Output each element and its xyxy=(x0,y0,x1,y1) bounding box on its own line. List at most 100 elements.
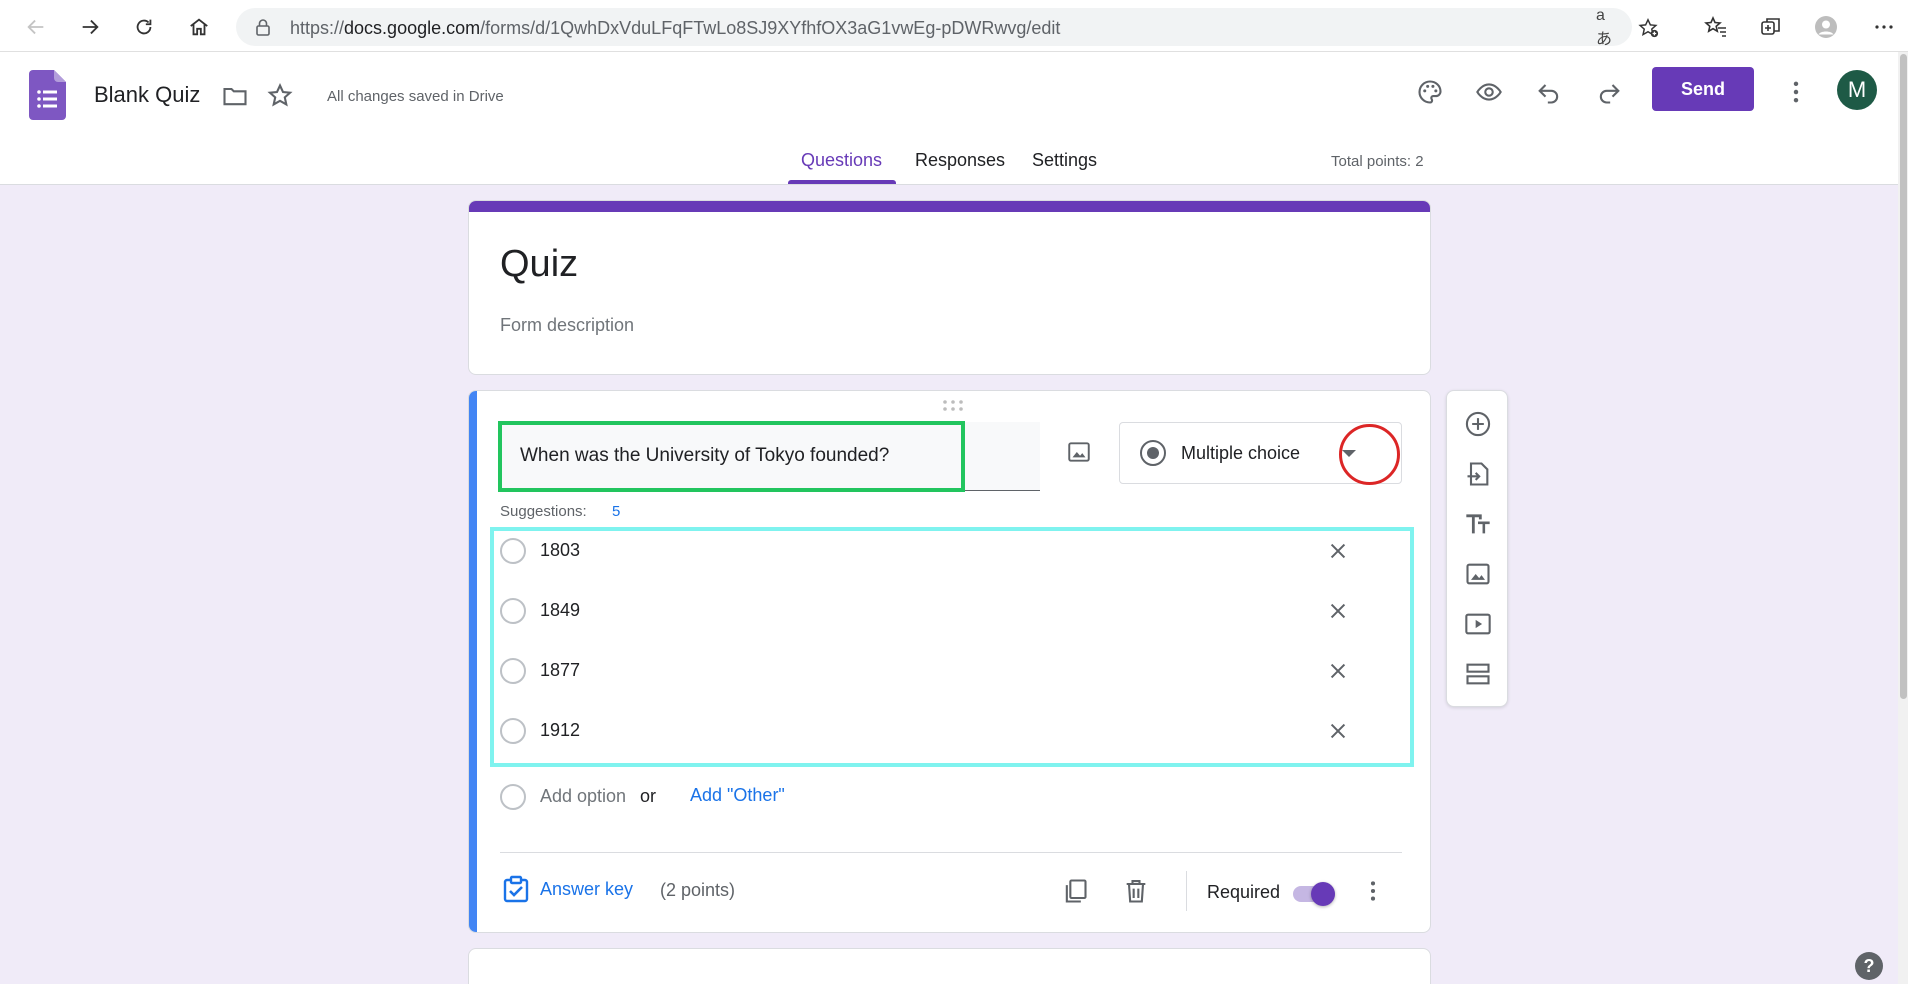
answer-key-icon[interactable] xyxy=(502,875,530,903)
card-divider xyxy=(500,852,1402,853)
arrow-right-icon xyxy=(82,19,99,35)
add-title-button[interactable] xyxy=(1462,508,1494,540)
star-add-icon xyxy=(1638,18,1659,38)
undo-button[interactable] xyxy=(1529,72,1569,112)
section-icon xyxy=(1466,663,1490,685)
floating-toolbar xyxy=(1446,390,1508,707)
collections-button[interactable] xyxy=(1755,11,1787,43)
folder-icon xyxy=(223,87,247,106)
add-circle-icon xyxy=(1465,411,1491,437)
forward-button[interactable] xyxy=(72,9,108,45)
option-radio-icon xyxy=(500,784,526,810)
add-other-button[interactable]: Add "Other" xyxy=(690,785,785,806)
url-host: docs.google.com xyxy=(344,18,481,38)
add-option-row: Add option or Add "Other" xyxy=(500,777,1100,817)
refresh-button[interactable] xyxy=(126,9,162,45)
add-image-button[interactable] xyxy=(1063,436,1095,468)
form-title-card[interactable]: Quiz Form description xyxy=(468,200,1431,375)
add-option-input[interactable]: Add option xyxy=(540,786,626,807)
active-card-indicator xyxy=(469,391,477,932)
add-question-button[interactable] xyxy=(1462,408,1494,440)
send-button[interactable]: Send xyxy=(1652,67,1754,111)
palette-icon xyxy=(1418,80,1442,104)
address-bar[interactable]: https://docs.google.com/forms/d/1QwhDxVd… xyxy=(236,7,1659,48)
import-questions-button[interactable] xyxy=(1462,458,1494,490)
radio-button-icon xyxy=(1140,440,1166,466)
tab-questions[interactable]: Questions xyxy=(801,150,882,171)
image-icon xyxy=(1068,442,1090,462)
undo-icon xyxy=(1538,84,1559,104)
video-icon xyxy=(1465,613,1491,635)
required-label: Required xyxy=(1207,882,1281,902)
page-scrollbar-thumb[interactable] xyxy=(1900,54,1907,699)
customize-theme-button[interactable] xyxy=(1410,72,1450,112)
save-status: All changes saved in Drive xyxy=(327,88,504,105)
trash-icon xyxy=(1126,880,1146,903)
form-title[interactable]: Quiz xyxy=(500,243,578,286)
url-scheme: https:// xyxy=(290,18,345,38)
star-icon xyxy=(267,83,293,107)
arrow-left-icon xyxy=(27,19,44,35)
form-description-input[interactable]: Form description xyxy=(500,315,634,336)
more-vertical-icon xyxy=(1370,881,1376,901)
move-to-folder-button[interactable] xyxy=(219,80,251,112)
browser-toolbar: https://docs.google.com/forms/d/1QwhDxVd… xyxy=(0,0,1908,52)
suggestions-count[interactable]: 5 xyxy=(612,503,620,520)
drag-handle-icon[interactable] xyxy=(941,399,965,413)
question-card[interactable]: When was the University of Tokyo founded… xyxy=(468,390,1431,933)
document-title[interactable]: Blank Quiz xyxy=(94,82,200,108)
next-question-card[interactable] xyxy=(468,948,1431,984)
answer-key-button[interactable]: Answer key xyxy=(540,879,633,900)
question-more-button[interactable] xyxy=(1357,875,1389,907)
refresh-icon xyxy=(136,19,152,35)
options-highlight-box xyxy=(490,527,1414,767)
dropdown-highlight-circle xyxy=(1339,424,1400,485)
tab-responses[interactable]: Responses xyxy=(915,150,1005,171)
import-icon xyxy=(1467,462,1489,486)
browser-menu-button[interactable] xyxy=(1868,11,1900,43)
delete-button[interactable] xyxy=(1118,873,1154,909)
add-image-tool-button[interactable] xyxy=(1462,558,1494,590)
google-forms-logo-icon[interactable] xyxy=(29,70,66,120)
more-horizontal-icon xyxy=(1875,25,1893,29)
more-vertical-icon xyxy=(1793,81,1799,103)
profile-button[interactable] xyxy=(1810,11,1842,43)
collections-icon xyxy=(1761,18,1780,35)
redo-icon xyxy=(1599,84,1620,104)
image-icon xyxy=(1466,563,1490,585)
preview-button[interactable] xyxy=(1469,72,1509,112)
home-button[interactable] xyxy=(181,9,217,45)
add-favorite-button[interactable] xyxy=(1636,16,1660,40)
text-title-icon xyxy=(1466,514,1490,534)
help-button[interactable]: ? xyxy=(1855,952,1883,980)
url-path: /forms/d/1QwhDxVduLFqFTwLo8SJ9XYfhfOX3aG… xyxy=(480,18,1061,38)
duplicate-button[interactable] xyxy=(1057,873,1093,909)
question-highlight-box xyxy=(498,421,965,492)
required-toggle-knob[interactable] xyxy=(1311,882,1335,906)
redo-button[interactable] xyxy=(1589,72,1629,112)
favorites-button[interactable] xyxy=(1700,11,1732,43)
copy-icon xyxy=(1065,879,1087,903)
url-text: https://docs.google.com/forms/d/1QwhDxVd… xyxy=(290,18,1060,39)
add-section-button[interactable] xyxy=(1462,658,1494,690)
tab-settings[interactable]: Settings xyxy=(1032,150,1097,171)
profile-icon xyxy=(1815,16,1837,38)
total-points: Total points: 2 xyxy=(1331,153,1424,170)
lock-icon xyxy=(256,19,270,36)
add-option-or: or xyxy=(640,786,657,806)
more-options-button[interactable] xyxy=(1776,72,1816,112)
question-type-label: Multiple choice xyxy=(1181,443,1301,463)
forms-header: Blank Quiz All changes saved in Drive Se… xyxy=(0,52,1908,185)
suggestions-label: Suggestions: xyxy=(500,503,587,520)
back-button[interactable] xyxy=(18,9,54,45)
add-video-button[interactable] xyxy=(1462,608,1494,640)
favorites-icon xyxy=(1704,16,1726,37)
account-avatar[interactable]: M xyxy=(1837,70,1877,110)
home-icon xyxy=(190,18,208,36)
theme-color-bar xyxy=(469,201,1430,212)
eye-icon xyxy=(1476,83,1502,101)
star-button[interactable] xyxy=(264,80,296,112)
read-aloud-icon[interactable]: aあ xyxy=(1596,7,1620,48)
footer-separator xyxy=(1186,871,1187,911)
question-points: (2 points) xyxy=(660,880,736,900)
